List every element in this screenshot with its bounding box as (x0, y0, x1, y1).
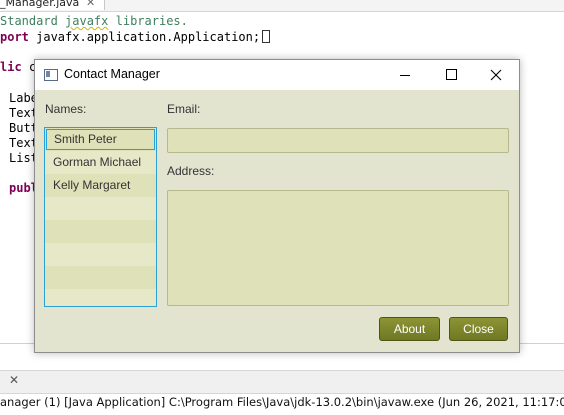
close-button[interactable]: Close (449, 317, 508, 341)
list-empty-row[interactable] (45, 266, 156, 289)
close-console-icon[interactable]: ✕ (9, 373, 19, 387)
list-item[interactable]: Kelly Margaret (45, 174, 156, 197)
window-app-icon (44, 69, 58, 81)
names-list[interactable]: Smith Peter Gorman Michael Kelly Margare… (44, 127, 157, 307)
list-item[interactable]: Smith Peter (46, 129, 155, 150)
editor-tab[interactable]: _Manager.java ✕ (0, 0, 105, 10)
list-empty-row[interactable] (45, 220, 156, 243)
code-line-1: Standard javafx libraries. (0, 14, 188, 28)
list-empty-row[interactable] (45, 243, 156, 266)
address-textarea[interactable] (167, 190, 509, 306)
email-label: Email: (167, 102, 201, 116)
window-title: Contact Manager (64, 67, 160, 81)
code-line-3: lic c (0, 60, 37, 74)
contact-manager-window: Contact Manager Names: Email: Smith Pete… (34, 59, 520, 353)
close-tab-icon[interactable]: ✕ (86, 0, 95, 9)
console-launch-info: anager (1) [Java Application] C:\Program… (0, 395, 564, 409)
minimize-button[interactable] (382, 60, 428, 90)
about-button[interactable]: About (379, 317, 440, 341)
window-content: Names: Email: Smith Peter Gorman Michael… (35, 90, 519, 352)
code-line-2: port javafx.application.Application; (0, 30, 271, 44)
cursor-box (262, 30, 271, 43)
close-window-button[interactable] (473, 60, 519, 90)
editor-tab-title: _Manager.java (0, 0, 80, 9)
names-label: Names: (45, 102, 87, 116)
email-field[interactable] (167, 128, 509, 153)
console-toolbar: ✕ (0, 370, 564, 394)
address-label: Address: (167, 164, 215, 178)
editor-tab-bar: _Manager.java ✕ (0, 0, 564, 12)
list-empty-row[interactable] (45, 289, 156, 306)
maximize-button[interactable] (428, 60, 474, 90)
list-empty-row[interactable] (45, 197, 156, 220)
title-bar[interactable]: Contact Manager (35, 60, 519, 90)
list-item[interactable]: Gorman Michael (45, 151, 156, 174)
close-icon (490, 69, 502, 81)
